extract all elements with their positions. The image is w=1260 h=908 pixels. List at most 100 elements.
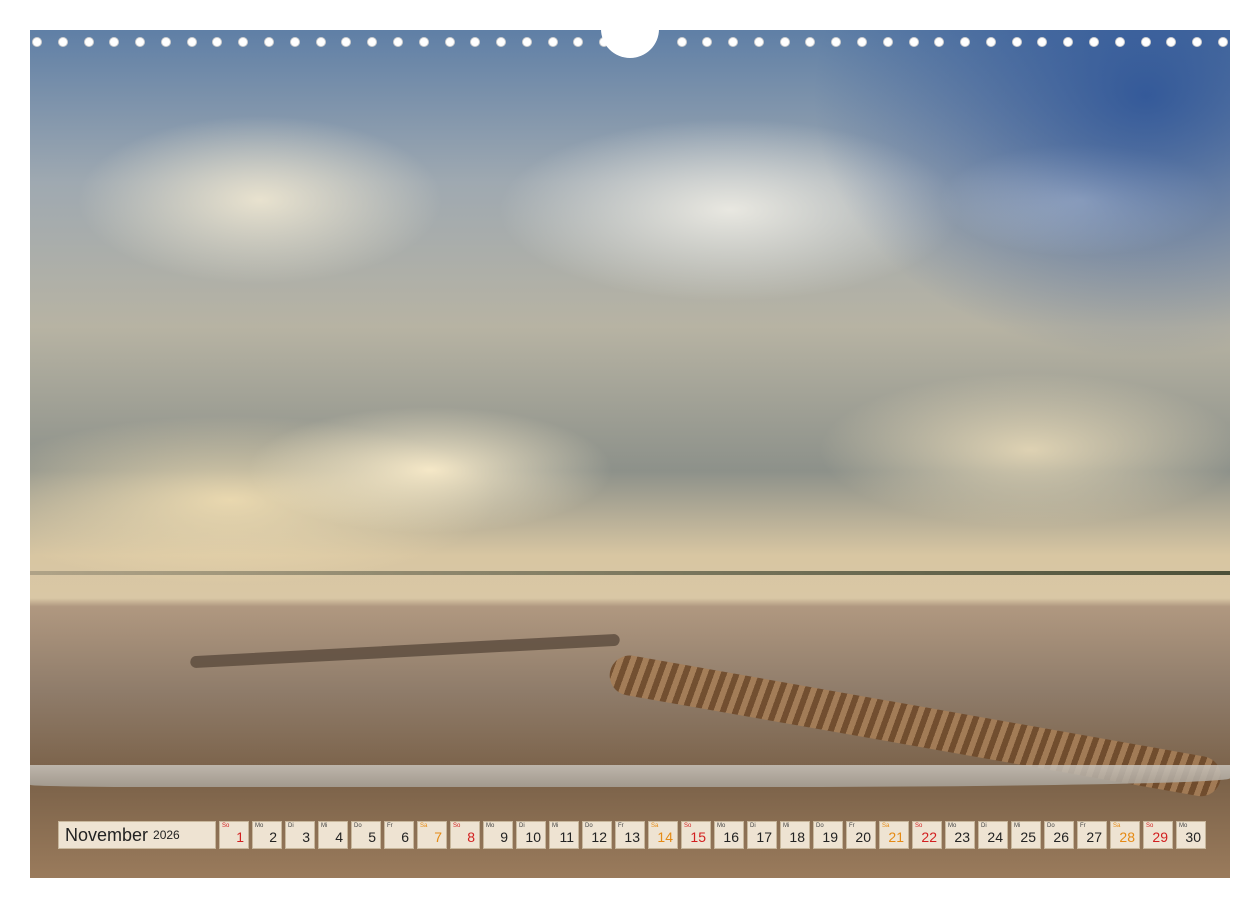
binding-hole: [1011, 37, 1022, 47]
day-cell: Fr 6: [384, 821, 414, 849]
month-label: November: [65, 824, 149, 845]
day-cell: Fr 27: [1077, 821, 1107, 849]
weekday-label: So: [453, 823, 461, 829]
month-calendar-strip: November 2026 So 1 Mo 2 Di 3 Mi 4 Do 5 Fr 6 Sa 7 So 8 Mo…: [58, 821, 1209, 849]
day-number: 4: [335, 829, 343, 845]
binding-hole: [135, 37, 146, 47]
tidal-channel: [30, 765, 1230, 787]
day-number: 25: [1020, 829, 1036, 845]
binding-hole: [341, 37, 352, 47]
binding-hole: [186, 37, 197, 47]
day-cell: Di 3: [285, 821, 315, 849]
day-number: 19: [822, 829, 838, 845]
weekday-label: Mo: [486, 823, 495, 829]
binding-hole: [1140, 37, 1151, 47]
day-cell: So 8: [450, 821, 480, 849]
weekday-label: Mi: [321, 823, 328, 829]
day-number: 14: [657, 829, 673, 845]
day-number: 1: [236, 829, 244, 845]
day-number: 28: [1119, 829, 1135, 845]
binding-hole: [805, 37, 816, 47]
binding-hole: [1166, 37, 1177, 47]
mudflat-ridge: [189, 633, 621, 669]
binding-hole: [496, 37, 507, 47]
day-cell: Di 17: [747, 821, 777, 849]
sky-area: [810, 30, 1230, 360]
binding-hole: [32, 37, 42, 47]
binding-hole: [392, 37, 403, 47]
weekday-label: Di: [750, 823, 756, 829]
binding-hole: [470, 37, 481, 47]
day-number: 26: [1053, 829, 1069, 845]
day-number: 8: [467, 829, 475, 845]
weekday-label: Fr: [618, 823, 624, 829]
weekday-label: Fr: [849, 823, 855, 829]
binding-hole: [857, 37, 867, 47]
day-cell: So 22: [912, 821, 942, 849]
weekday-label: Mo: [255, 823, 264, 829]
binding-hole: [934, 37, 945, 47]
day-cell: Do 12: [582, 821, 612, 849]
binding-hole: [212, 37, 223, 47]
day-cell: Mi 18: [780, 821, 810, 849]
day-number: 2: [269, 829, 277, 845]
binding-hole: [418, 37, 429, 47]
day-cell: Mi 4: [318, 821, 348, 849]
day-cell: Sa 14: [648, 821, 678, 849]
weekday-label: Di: [519, 823, 525, 829]
binding-hole: [676, 37, 687, 47]
binding-hole: [521, 37, 532, 47]
landscape-photo: [30, 30, 1230, 878]
weekday-label: Mi: [783, 823, 790, 829]
weekday-label: Di: [288, 823, 294, 829]
binding-hole: [1114, 37, 1125, 47]
binding-hole: [264, 37, 275, 47]
binding-hole: [238, 37, 249, 47]
day-cell: Sa 21: [879, 821, 909, 849]
day-cell: Mo 16: [714, 821, 744, 849]
day-number: 13: [624, 829, 640, 845]
day-cell: Do 5: [351, 821, 381, 849]
day-cell: So 15: [681, 821, 711, 849]
day-number: 9: [500, 829, 508, 845]
day-cell: Mo 23: [945, 821, 975, 849]
day-cell: Sa 7: [417, 821, 447, 849]
day-number: 12: [591, 829, 607, 845]
day-cell: Do 19: [813, 821, 843, 849]
day-number: 7: [434, 829, 442, 845]
day-cell: Mi 25: [1011, 821, 1041, 849]
day-number: 15: [690, 829, 706, 845]
binding-hole: [160, 37, 171, 47]
binding-hole: [1192, 37, 1203, 47]
binding-hole: [289, 37, 300, 47]
day-number: 22: [921, 829, 937, 845]
day-cell: Fr 13: [615, 821, 645, 849]
binding-hole: [573, 37, 584, 47]
binding-hole: [1217, 37, 1228, 47]
binding-hole: [728, 37, 739, 47]
day-cell: Di 24: [978, 821, 1008, 849]
binding-hole: [547, 37, 558, 47]
binding-hole: [882, 37, 893, 47]
day-cell: Mo 9: [483, 821, 513, 849]
day-number: 20: [855, 829, 871, 845]
day-number: 10: [525, 829, 541, 845]
binding-hole: [1037, 37, 1048, 47]
weekday-label: Mi: [1014, 823, 1021, 829]
binding-hole: [315, 37, 326, 47]
weekday-label: Fr: [1080, 823, 1086, 829]
binding-hole: [960, 37, 971, 47]
day-cell: Do 26: [1044, 821, 1074, 849]
weekday-label: Di: [981, 823, 987, 829]
binding-hole: [985, 37, 996, 47]
day-cell: Fr 20: [846, 821, 876, 849]
day-number: 17: [756, 829, 772, 845]
binding-hole: [1063, 37, 1074, 47]
binding-hole: [109, 37, 120, 47]
weekday-label: Sa: [420, 823, 428, 829]
day-number: 30: [1185, 829, 1201, 845]
binding-hole: [779, 37, 790, 47]
day-number: 27: [1086, 829, 1102, 845]
year-label: 2026: [153, 828, 180, 842]
binding-hole: [702, 37, 713, 47]
